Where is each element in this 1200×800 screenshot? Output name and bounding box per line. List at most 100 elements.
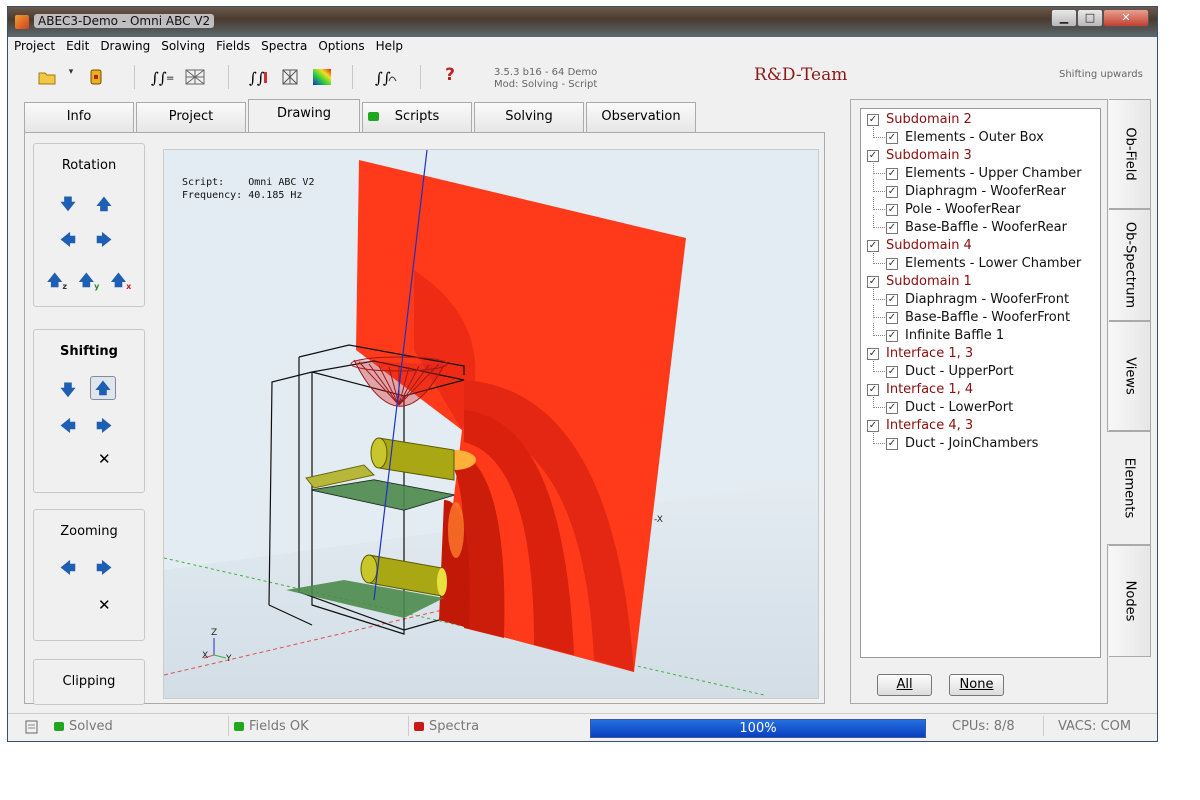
- tree-leaf-item[interactable]: ✓ Duct - LowerPort: [886, 399, 1013, 417]
- tree-leaf-item[interactable]: ✓ Duct - UpperPort: [886, 363, 1014, 381]
- tree-item-label: Elements - Outer Box: [905, 130, 1044, 145]
- checkbox[interactable]: ✓: [886, 168, 898, 180]
- status-separator: [1043, 716, 1044, 736]
- side-tab-elements[interactable]: Elements: [1107, 431, 1151, 545]
- tree-leaf-item[interactable]: ✓ Base-Baffle - WooferFront: [886, 309, 1070, 327]
- 3d-viewport[interactable]: -X Z Y X Script: Omni ABC V2 Frequency: …: [163, 149, 819, 699]
- help-icon[interactable]: ?: [442, 65, 458, 85]
- zoom-in-arrow-icon[interactable]: 🡆: [96, 560, 112, 576]
- tree-leaf-item[interactable]: ✓ Elements - Lower Chamber: [886, 255, 1081, 273]
- shift-up-arrow-icon[interactable]: 🡅: [90, 376, 116, 400]
- checkbox[interactable]: ✓: [886, 402, 898, 414]
- tree-connector: [873, 431, 885, 444]
- menu-edit[interactable]: Edit: [60, 37, 94, 53]
- tab-info[interactable]: Info: [24, 102, 134, 132]
- printer-icon[interactable]: [24, 719, 40, 735]
- tree-leaf-item[interactable]: ✓ Duct - JoinChambers: [886, 435, 1038, 453]
- select-none-button[interactable]: None: [949, 674, 1004, 696]
- tree-item-label: Pole - WooferRear: [905, 202, 1021, 217]
- side-tab-ob-spectrum[interactable]: Ob-Spectrum: [1109, 209, 1151, 321]
- open-folder-icon[interactable]: [38, 67, 56, 87]
- rotation-title: Rotation: [61, 158, 117, 173]
- shift-down-arrow-icon[interactable]: 🡇: [60, 382, 76, 398]
- tab-project[interactable]: Project: [136, 102, 246, 132]
- checkbox[interactable]: ✓: [886, 222, 898, 234]
- window-title: ABEC3-Demo - Omni ABC V2: [34, 14, 215, 28]
- fields-status: Fields OK: [234, 717, 309, 737]
- rotate-right-arrow-icon[interactable]: 🡆: [96, 232, 112, 248]
- side-tab-label: Ob-Spectrum: [1122, 221, 1137, 309]
- rotate-x-icon[interactable]: 🡅x: [110, 272, 132, 291]
- close-button[interactable]: ✕: [1103, 9, 1149, 27]
- rotate-y-icon[interactable]: 🡅y: [78, 272, 100, 291]
- rotate-z-icon[interactable]: 🡅z: [46, 272, 68, 291]
- side-tab-nodes[interactable]: Nodes: [1109, 545, 1151, 657]
- tree-leaf-item[interactable]: ✓ Elements - Upper Chamber: [886, 165, 1082, 183]
- tree-item-label: Infinite Baffle 1: [905, 328, 1005, 343]
- side-tab-label: Nodes: [1122, 580, 1137, 622]
- checkbox[interactable]: ✓: [886, 330, 898, 342]
- field-integrate-icon[interactable]: ∫∫: [248, 67, 270, 87]
- save-icon[interactable]: [88, 67, 104, 87]
- tree-leaf-item[interactable]: ✓ Base-Baffle - WooferRear: [886, 219, 1067, 237]
- rotate-left-arrow-icon[interactable]: 🡄: [60, 232, 76, 248]
- integrate-icon[interactable]: ∫∫ =: [150, 67, 174, 87]
- side-tab-views[interactable]: Views: [1109, 321, 1151, 431]
- tab-scripts[interactable]: Scripts: [362, 102, 472, 132]
- tree-connector: [873, 251, 885, 264]
- menu-drawing[interactable]: Drawing: [94, 37, 155, 53]
- rotate-down-arrow-icon[interactable]: 🡇: [60, 196, 76, 212]
- zoom-out-arrow-icon[interactable]: 🡄: [60, 560, 76, 576]
- checkbox[interactable]: ✓: [886, 204, 898, 216]
- shift-reset-icon[interactable]: ✕: [98, 450, 111, 468]
- mesh-icon[interactable]: [184, 67, 206, 87]
- menu-spectra[interactable]: Spectra: [255, 37, 312, 53]
- shift-left-arrow-icon[interactable]: 🡄: [60, 418, 76, 434]
- color-map-icon[interactable]: [312, 67, 332, 87]
- checkbox[interactable]: ✓: [886, 258, 898, 270]
- side-tab-ob-field[interactable]: Ob-Field: [1109, 99, 1151, 209]
- side-tab-label: Ob-Field: [1122, 127, 1137, 181]
- tree-leaf-item[interactable]: ✓ Diaphragm - WooferFront: [886, 291, 1069, 309]
- shift-right-arrow-icon[interactable]: 🡆: [96, 418, 112, 434]
- tree-item-label: Subdomain 4: [886, 238, 972, 253]
- tree-leaf-item[interactable]: ✓ Pole - WooferRear: [886, 201, 1021, 219]
- minimize-button[interactable]: ▁: [1051, 9, 1077, 27]
- checkbox[interactable]: ✓: [886, 312, 898, 324]
- wireframe-icon[interactable]: [280, 67, 300, 87]
- rotate-x-label: x: [126, 282, 132, 291]
- checkbox[interactable]: ✓: [886, 132, 898, 144]
- checkbox[interactable]: ✓: [886, 294, 898, 306]
- rotate-up-arrow-icon[interactable]: 🡅: [96, 196, 112, 212]
- checkbox[interactable]: ✓: [886, 366, 898, 378]
- tab-solving[interactable]: Solving: [474, 102, 584, 132]
- dropdown-icon[interactable]: ▾: [66, 67, 76, 87]
- menu-project[interactable]: Project: [8, 37, 60, 53]
- select-all-button[interactable]: All: [877, 674, 932, 696]
- zooming-group: Zooming 🡄 🡆 ✕: [33, 509, 145, 641]
- menu-options[interactable]: Options: [312, 37, 369, 53]
- maximize-button[interactable]: □: [1077, 9, 1103, 27]
- menu-solving[interactable]: Solving: [155, 37, 210, 53]
- tree-item-label: Interface 1, 4: [886, 382, 974, 397]
- zoom-reset-icon[interactable]: ✕: [98, 596, 111, 614]
- tree-connector: [873, 287, 885, 300]
- triad-y-label: Y: [225, 654, 232, 664]
- checkbox[interactable]: ✓: [886, 186, 898, 198]
- tree-leaf-item[interactable]: ✓ Infinite Baffle 1: [886, 327, 1004, 345]
- checkbox[interactable]: ✓: [886, 438, 898, 450]
- drawing-panel: Rotation 🡇 🡅 🡄 🡆 🡅z 🡅y 🡅x Shifting 🡇 🡅 🡄…: [24, 132, 825, 705]
- menu-fields[interactable]: Fields: [210, 37, 255, 53]
- menu-help[interactable]: Help: [370, 37, 408, 53]
- tree-item-label: Duct - LowerPort: [905, 400, 1014, 415]
- solved-status: Solved: [54, 717, 113, 737]
- tree-item-label: Elements - Upper Chamber: [905, 166, 1082, 181]
- field-rendering: -X Z Y X: [164, 150, 818, 698]
- tab-observation[interactable]: Observation: [586, 102, 696, 132]
- tree-connector: [873, 305, 885, 318]
- axis-label-x: -X: [654, 515, 663, 525]
- spectrum-icon[interactable]: ∫∫: [374, 67, 398, 87]
- tab-drawing[interactable]: Drawing: [248, 99, 360, 133]
- tree-leaf-item[interactable]: ✓ Diaphragm - WooferRear: [886, 183, 1066, 201]
- tree-leaf-item[interactable]: ✓ Elements - Outer Box: [886, 129, 1044, 147]
